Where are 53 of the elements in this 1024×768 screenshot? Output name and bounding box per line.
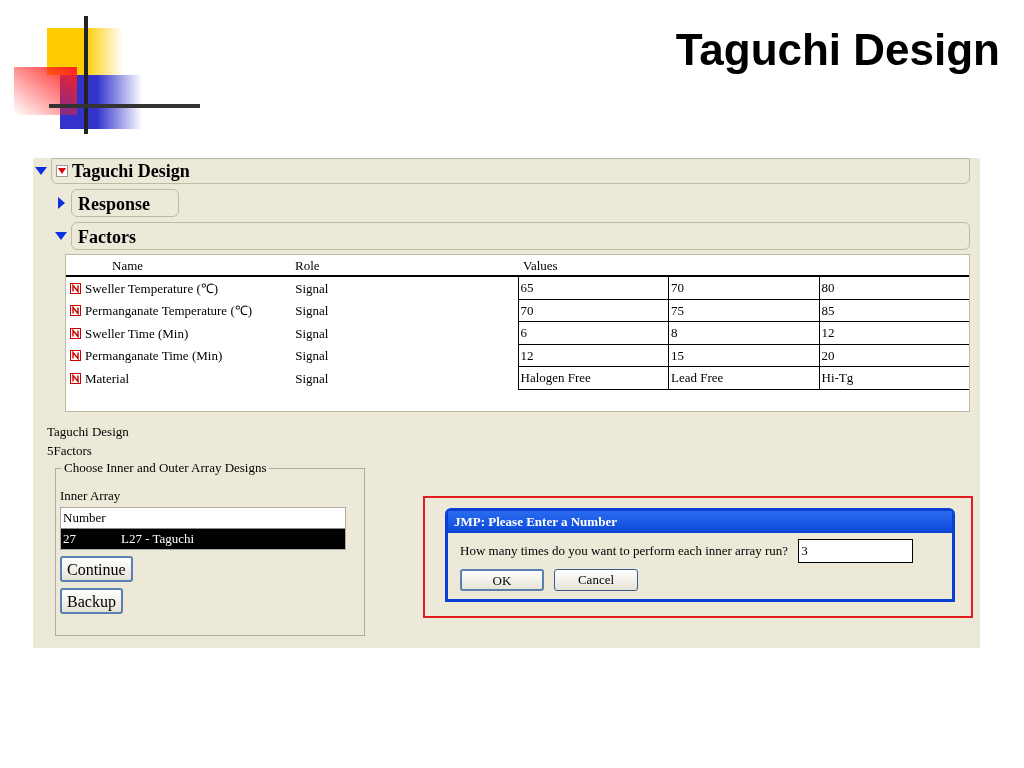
value-cell[interactable]: 75: [668, 299, 819, 322]
disclosure-triangle-icon[interactable]: [55, 230, 67, 242]
section-header[interactable]: Response: [71, 189, 179, 217]
numeric-column-icon: [70, 350, 81, 362]
column-header: Name: [111, 257, 145, 275]
factor-name: Permanganate Temperature (℃): [85, 302, 253, 320]
value-cell[interactable]: 15: [668, 344, 819, 367]
value-cell[interactable]: 65: [517, 277, 668, 300]
factor-role: Signal: [294, 347, 330, 365]
factor-count: 5Factors: [47, 442, 93, 460]
inner-array-list[interactable]: Number 27 L27 - Taguchi: [60, 507, 346, 550]
value-cell[interactable]: 70: [517, 299, 668, 322]
list-item[interactable]: 27 L27 - Taguchi: [61, 529, 345, 549]
factor-role: Signal: [294, 302, 330, 320]
value-cell[interactable]: Lead Free: [668, 367, 819, 390]
action-button[interactable]: Backup: [60, 588, 123, 614]
value-cell[interactable]: 20: [818, 344, 969, 367]
menu-icon[interactable]: [56, 165, 68, 177]
report-title: Taguchi Design: [72, 159, 190, 183]
column-header: Values: [522, 257, 559, 275]
disclosure-triangle-icon[interactable]: [55, 197, 67, 209]
value-cell[interactable]: 12: [818, 322, 969, 345]
value-cell[interactable]: 12: [517, 344, 668, 367]
dialog-button[interactable]: OK: [460, 569, 544, 591]
design-label: Taguchi Design: [47, 423, 130, 441]
dialog-button[interactable]: Cancel: [554, 569, 638, 591]
disclosure-triangle-icon[interactable]: [35, 165, 47, 177]
value-cell[interactable]: 6: [517, 322, 668, 345]
slide-title: Taguchi Design: [675, 28, 1000, 72]
value-cell[interactable]: Hi-Tg: [818, 367, 969, 390]
factor-role: Signal: [294, 324, 330, 343]
value-cell[interactable]: 85: [818, 299, 969, 322]
factor-name: Permanganate Time (Min): [85, 347, 223, 365]
factor-name: Sweller Temperature (℃): [85, 279, 219, 298]
section-header[interactable]: Factors: [71, 222, 970, 250]
dialog-prompt: How many times do you want to perform each inner array run?: [460, 542, 789, 561]
value-cell[interactable]: 70: [668, 277, 819, 300]
factor-name: Sweller Time (Min): [85, 324, 189, 343]
factor-name: Material: [85, 369, 130, 388]
list-label: Inner Array: [60, 487, 122, 505]
numeric-column-icon: [70, 282, 81, 294]
factor-role: Signal: [294, 369, 330, 388]
column-header: Role: [294, 257, 321, 275]
factor-role: Signal: [294, 279, 330, 298]
numeric-column-icon: [70, 305, 81, 317]
value-cell[interactable]: 8: [668, 322, 819, 345]
value-cell[interactable]: 80: [818, 277, 969, 300]
number-input[interactable]: 3: [798, 539, 914, 563]
dialog-title: JMP: Please Enter a Number: [448, 511, 952, 533]
value-cell[interactable]: Halogen Free: [517, 367, 668, 390]
numeric-column-icon: [70, 372, 81, 384]
numeric-column-icon: [70, 327, 81, 339]
action-button[interactable]: Continue: [60, 556, 133, 582]
